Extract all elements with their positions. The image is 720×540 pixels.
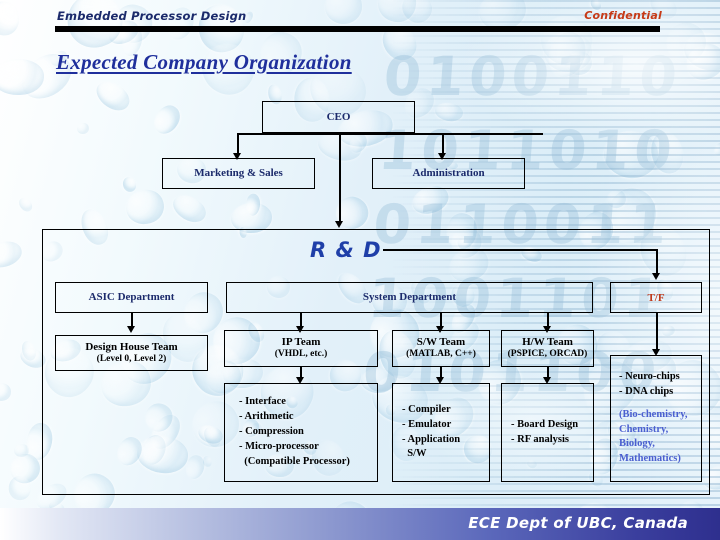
connector-rd-to-tf-vertical bbox=[656, 249, 658, 275]
node-tf-label: T/F bbox=[647, 291, 665, 304]
node-hw-team-sub: (PSPICE, ORCAD) bbox=[507, 349, 588, 360]
arrow-ceo-to-rd bbox=[335, 221, 343, 228]
node-system-department[interactable]: System Department bbox=[226, 282, 593, 313]
node-asic-department[interactable]: ASIC Department bbox=[55, 282, 208, 313]
arrow-rd-to-tf bbox=[652, 273, 660, 280]
node-design-house-team-label: Design House Team bbox=[85, 340, 178, 353]
page-title: Expected Company Organization bbox=[56, 50, 352, 74]
node-marketing-sales-label: Marketing & Sales bbox=[194, 167, 283, 180]
details-ip-item-1: - Arithmetic bbox=[239, 411, 294, 423]
node-sw-team-sub: (MATLAB, C++) bbox=[406, 349, 476, 360]
details-tf-note-1: Chemistry, bbox=[619, 423, 669, 435]
connector-ceo-bus bbox=[237, 133, 543, 135]
details-tf: - Neuro-chips - DNA chips (Bio-chemistry… bbox=[610, 355, 702, 482]
details-tf-note-3: Mathematics) bbox=[619, 453, 681, 465]
node-design-house-team-sub: (Level 0, Level 2) bbox=[96, 353, 167, 364]
node-sw-team[interactable]: S/W Team (MATLAB, C++) bbox=[392, 330, 490, 367]
node-marketing-sales[interactable]: Marketing & Sales bbox=[162, 158, 315, 189]
node-design-house-team[interactable]: Design House Team (Level 0, Level 2) bbox=[55, 335, 208, 371]
details-tf-note-2: Biology, bbox=[619, 438, 655, 450]
node-ip-team-sub: (VHDL, etc.) bbox=[274, 349, 328, 360]
header-divider-rule bbox=[55, 26, 660, 32]
details-hw-item-1: - RF analysis bbox=[511, 433, 569, 445]
connector-ceo-right-drop bbox=[442, 133, 444, 155]
details-sw-item-2: - Application bbox=[402, 433, 461, 445]
node-ip-team[interactable]: IP Team (VHDL, etc.) bbox=[224, 330, 378, 367]
details-ip-item-4: (Compatible Processor) bbox=[239, 455, 350, 467]
node-asic-department-label: ASIC Department bbox=[88, 291, 175, 304]
node-tf[interactable]: T/F bbox=[610, 282, 702, 313]
details-ip-item-2: - Compression bbox=[239, 426, 304, 438]
details-ip-item-0: - Interface bbox=[239, 396, 286, 408]
node-administration-label: Administration bbox=[412, 167, 485, 180]
details-tf-note-0: (Bio-chemistry, bbox=[619, 408, 688, 420]
node-hw-team[interactable]: H/W Team (PSPICE, ORCAD) bbox=[501, 330, 594, 367]
details-sw: - Compiler - Emulator - Application S/W bbox=[392, 383, 490, 482]
node-sw-team-label: S/W Team bbox=[416, 336, 466, 349]
header-left-title: Embedded Processor Design bbox=[57, 9, 247, 23]
details-sw-item-0: - Compiler bbox=[402, 403, 451, 415]
node-administration[interactable]: Administration bbox=[372, 158, 525, 189]
connector-tf-to-items bbox=[656, 313, 658, 351]
node-ip-team-label: IP Team bbox=[281, 336, 321, 349]
details-tf-item-0: - Neuro-chips bbox=[619, 370, 680, 382]
details-tf-spacer bbox=[619, 400, 701, 408]
details-sw-item-3: S/W bbox=[402, 448, 427, 460]
footer-banner: ECE Dept of UBC, Canada bbox=[0, 508, 720, 540]
node-ceo-label: CEO bbox=[326, 110, 351, 123]
details-ip: - Interface - Arithmetic - Compression -… bbox=[224, 383, 378, 482]
connector-ceo-left-drop bbox=[237, 133, 239, 155]
details-sw-item-1: - Emulator bbox=[402, 418, 452, 430]
confidential-label: Confidential bbox=[584, 9, 662, 22]
node-system-department-label: System Department bbox=[362, 291, 457, 304]
org-chart: CEO Marketing & Sales Administration R &… bbox=[0, 0, 720, 540]
details-tf-item-1: - DNA chips bbox=[619, 385, 674, 397]
details-ip-item-3: - Micro-processor bbox=[239, 440, 319, 452]
connector-rd-to-tf-horizontal bbox=[383, 249, 658, 251]
footer-label: ECE Dept of UBC, Canada bbox=[468, 514, 688, 532]
details-hw: - Board Design - RF analysis bbox=[501, 383, 594, 482]
details-hw-item-0: - Board Design bbox=[511, 418, 579, 430]
node-ceo[interactable]: CEO bbox=[262, 101, 415, 133]
connector-ceo-to-rd bbox=[339, 133, 341, 223]
arrow-asic-to-design-house bbox=[127, 326, 135, 333]
node-hw-team-label: H/W Team bbox=[522, 336, 573, 349]
rd-title: R & D bbox=[310, 238, 382, 262]
